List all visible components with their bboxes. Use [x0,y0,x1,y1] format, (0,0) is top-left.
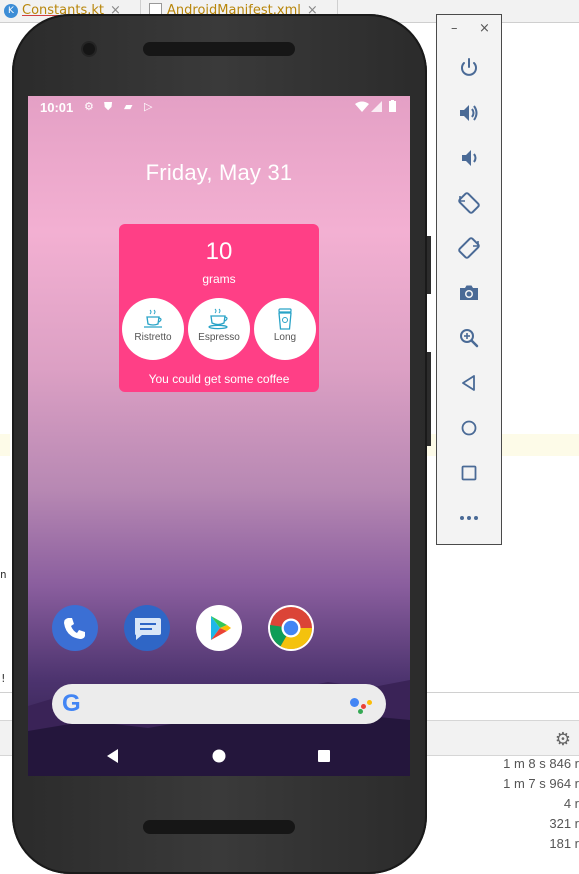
messages-app-icon[interactable] [124,605,170,651]
power-icon[interactable] [457,56,481,80]
build-timings: 1 m 8 s 846 r 1 m 7 s 964 r 4 r 321 r 18… [439,754,579,854]
back-icon[interactable] [102,745,124,767]
navigation-bar [28,736,410,776]
bottom-speaker [143,820,295,834]
zoom-icon[interactable] [457,326,481,350]
espresso-cup-icon [208,308,228,330]
timing-row: 321 r [549,816,579,831]
timing-row: 4 r [563,796,579,811]
home-icon[interactable] [457,416,481,440]
emulator-phone-frame: 10:01 ⚙ ⛊ ▰ ▷ Friday, May 31 10 grams Ri… [12,14,431,874]
sd-card-icon: ▰ [124,100,133,113]
play-store-app-icon[interactable] [196,605,242,651]
home-icon[interactable] [208,745,230,767]
settings-icon: ⚙ [84,100,94,113]
long-button[interactable]: Long [254,298,316,360]
ristretto-label: Ristretto [134,332,172,343]
front-camera [83,43,95,55]
timing-row: 1 m 7 s 964 r [503,776,579,791]
assistant-icon[interactable] [350,696,372,714]
close-button[interactable]: × [479,21,490,36]
recents-icon[interactable] [313,745,335,767]
code-fragment: n [0,568,7,581]
play-triangle-icon [211,616,231,640]
coffee-status-text: You could get some coffee [148,372,290,386]
signal-icon [371,101,382,112]
timing-row: 181 r [549,836,579,851]
emulator-controls-panel: – × [436,14,502,545]
timing-row: 1 m 8 s 846 r [503,756,579,771]
ristretto-cup-icon [144,309,162,328]
phone-screen[interactable]: 10:01 ⚙ ⛊ ▰ ▷ Friday, May 31 10 grams Ri… [28,96,410,776]
rotate-left-icon[interactable] [457,191,481,215]
play-store-icon: ▷ [144,100,153,113]
google-search-bar[interactable]: G [52,684,386,724]
coffee-widget: 10 grams Ristretto Espresso Long You cou… [119,224,319,392]
gear-icon[interactable]: ⚙ [555,729,571,750]
messages-bubble-icon [135,618,161,640]
wifi-icon [355,101,369,112]
power-side-button [427,236,431,294]
clock: 10:01 [40,100,74,115]
back-icon[interactable] [457,371,481,395]
minimize-button[interactable]: – [451,21,458,36]
volume-up-icon[interactable] [457,101,481,125]
google-g-icon: G [62,690,81,717]
coffee-unit: grams [202,272,236,286]
code-fragment: ! [0,672,7,685]
shield-icon: ⛊ [104,100,113,113]
date-display: Friday, May 31 [145,160,293,185]
top-speaker [143,42,295,56]
long-label: Long [273,332,297,343]
status-bar: 10:01 ⚙ ⛊ ▰ ▷ [28,96,410,118]
more-icon[interactable] [457,506,481,530]
rotate-right-icon[interactable] [457,236,481,260]
overview-icon[interactable] [457,461,481,485]
coffee-count: 10 [205,238,233,265]
espresso-label: Espresso [198,332,240,343]
battery-icon [389,100,396,112]
long-cup-icon [278,308,292,330]
phone-app-icon[interactable] [52,605,98,651]
camera-icon[interactable] [457,281,481,305]
volume-side-button [427,352,431,446]
volume-down-icon[interactable] [457,146,481,170]
phone-handset-icon [64,618,85,639]
kotlin-file-icon: K [4,3,18,18]
espresso-button[interactable]: Espresso [188,298,250,360]
editor-highlight-line [0,434,10,456]
chrome-logo-icon [270,607,312,650]
ristretto-button[interactable]: Ristretto [122,298,184,360]
chrome-app-icon[interactable] [268,605,314,651]
